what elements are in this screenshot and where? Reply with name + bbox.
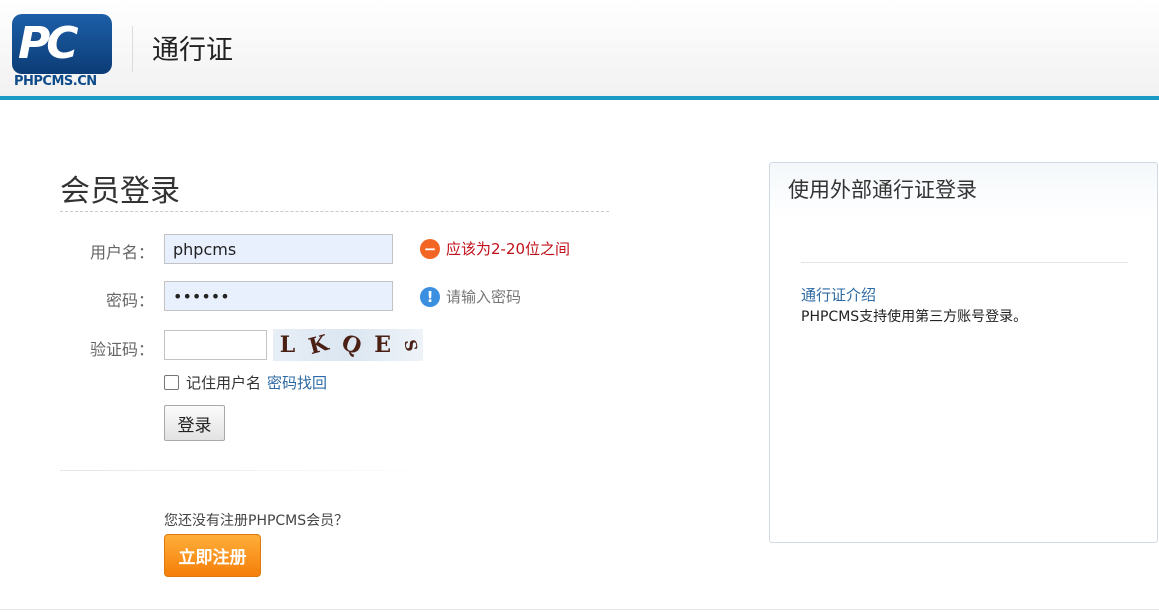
- password-input[interactable]: [164, 281, 393, 311]
- captcha-char: S: [400, 337, 421, 353]
- external-login-panel: 使用外部通行证登录 通行证介绍 PHPCMS支持使用第三方账号登录。: [769, 162, 1158, 543]
- footer-divider: [0, 609, 1159, 610]
- passport-description: PHPCMS支持使用第三方账号登录。: [801, 309, 1028, 325]
- login-button[interactable]: 登录: [164, 405, 225, 441]
- section-divider: [60, 470, 448, 471]
- site-header: PC PHPCMS.CN 通行证: [0, 0, 1159, 100]
- external-login-title: 使用外部通行证登录: [788, 178, 977, 202]
- passport-intro-link[interactable]: 通行证介绍: [801, 284, 876, 305]
- remember-row: 记住用户名 密码找回: [164, 372, 327, 393]
- captcha-input[interactable]: [164, 330, 267, 360]
- remember-checkbox[interactable]: [164, 375, 179, 390]
- captcha-char: K: [305, 329, 331, 361]
- password-hint: ! 请输入密码: [420, 286, 521, 307]
- username-error: − 应该为2-20位之间: [420, 238, 570, 259]
- remember-label[interactable]: 记住用户名: [186, 372, 261, 393]
- username-label: 用户名：: [89, 243, 154, 262]
- no-account-text: 您还没有注册PHPCMS会员？: [164, 513, 349, 529]
- password-label: 密码：: [105, 291, 154, 310]
- forgot-password-link[interactable]: 密码找回: [267, 372, 327, 393]
- captcha-image[interactable]: L K Q E S: [273, 329, 423, 361]
- username-error-text: 应该为2-20位之间: [446, 240, 571, 258]
- captcha-char: L: [279, 332, 296, 358]
- logo-mark: PC: [12, 14, 112, 74]
- phpcms-logo[interactable]: PC PHPCMS.CN: [12, 14, 112, 90]
- logo-text: PHPCMS.CN: [14, 74, 97, 89]
- info-circle-icon: !: [420, 286, 440, 307]
- captcha-char: E: [374, 332, 392, 358]
- captcha-char: Q: [337, 329, 365, 361]
- page-title: 通行证: [152, 35, 233, 66]
- captcha-label: 验证码：: [89, 340, 154, 359]
- register-button[interactable]: 立即注册: [164, 534, 261, 577]
- minus-circle-icon: −: [420, 238, 440, 259]
- password-hint-text: 请输入密码: [446, 288, 522, 306]
- login-title: 会员登录: [60, 174, 180, 209]
- panel-divider: [801, 262, 1128, 263]
- username-input[interactable]: [164, 234, 393, 264]
- logo-letters: PC: [18, 18, 79, 69]
- header-divider: [132, 26, 133, 72]
- title-divider: [60, 211, 609, 212]
